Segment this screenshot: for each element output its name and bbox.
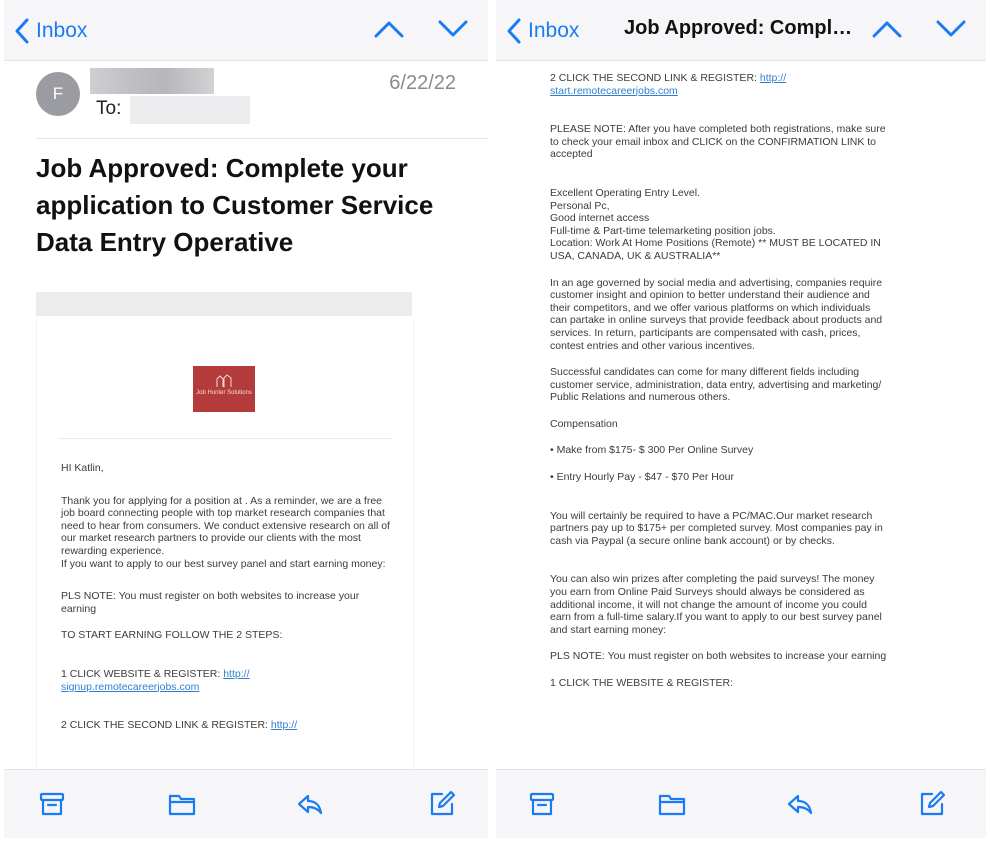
back-label: Inbox	[528, 19, 580, 42]
step-2-label: 2 CLICK THE SECOND LINK & REGISTER:	[61, 719, 268, 732]
requirement-item: Location: Work At Home Positions (Remote…	[550, 237, 881, 262]
body-divider	[59, 438, 391, 439]
sender-avatar[interactable]: F	[36, 72, 80, 116]
nav-title: Job Approved: Complete your application …	[624, 17, 860, 39]
header-divider	[36, 138, 488, 139]
step-1-link[interactable]: http://	[223, 668, 249, 680]
move-folder-button[interactable]	[168, 790, 196, 818]
reply-icon	[297, 794, 323, 815]
intro-paragraph: Thank you for applying for a position at…	[61, 494, 390, 557]
compose-icon	[920, 790, 946, 816]
compensation-item: • Make from $175- $ 300 Per Online Surve…	[550, 444, 754, 457]
step-2: 2 CLICK THE SECOND LINK & REGISTER: http…	[61, 719, 391, 732]
step-1-link-url[interactable]: signup.remotecareerjobs.com	[61, 681, 199, 693]
left-screen: Inbox F To: 6/22/22 Job Approved: Comple…	[4, 0, 488, 838]
compose-button[interactable]	[918, 790, 946, 818]
avatar-initial: F	[52, 84, 64, 103]
chevron-left-icon	[507, 18, 521, 44]
reply-button[interactable]	[296, 790, 324, 818]
building-icon	[216, 374, 232, 387]
step-1-label: 1 CLICK WEBSITE & REGISTER:	[61, 667, 221, 680]
requirement-item: Excellent Operating Entry Level.	[550, 186, 700, 199]
step-2-link-url[interactable]: start.remotecareerjobs.com	[550, 85, 678, 97]
step-1: 1 CLICK WEBSITE & REGISTER: http:// sign…	[61, 668, 391, 693]
step-2: 2 CLICK THE SECOND LINK & REGISTER: http…	[550, 72, 890, 97]
intro-paragraph-2: If you want to apply to our best survey …	[61, 557, 386, 570]
folder-icon	[168, 794, 196, 816]
pls-note: PLS NOTE: You must register on both webs…	[550, 650, 887, 663]
requirement-item: Personal Pc,	[550, 199, 610, 212]
archive-icon	[529, 792, 555, 816]
paragraph-pcmac: You will certainly be required to have a…	[550, 509, 883, 547]
requirement-item: Full-time & Part-time telemarketing posi…	[550, 224, 776, 237]
left-email-body: HI Katlin, Thank you for applying for a …	[61, 462, 391, 746]
archive-button[interactable]	[38, 790, 66, 818]
move-folder-button[interactable]	[658, 790, 686, 818]
step-2-label: 2 CLICK THE SECOND LINK & REGISTER:	[550, 72, 757, 84]
right-screen: Inbox Job Approved: Complete your applic…	[496, 0, 986, 838]
back-button[interactable]: Inbox	[14, 14, 87, 48]
archive-button[interactable]	[528, 790, 556, 818]
chevron-down-icon[interactable]	[936, 18, 966, 40]
back-label: Inbox	[36, 19, 88, 42]
compose-icon	[430, 790, 456, 816]
message-nav	[872, 18, 966, 40]
archive-icon	[39, 792, 65, 816]
message-nav	[374, 18, 468, 40]
compensation-item: • Entry Hourly Pay - $47 - $70 Per Hour	[550, 471, 735, 484]
preheader-redacted	[36, 292, 412, 316]
to-label: To:	[96, 98, 122, 119]
compensation-header: Compensation	[550, 417, 618, 430]
greeting: HI Katlin,	[61, 462, 104, 474]
step-2-link[interactable]: http://	[760, 72, 786, 84]
pls-note: PLS NOTE: You must register on both webs…	[61, 590, 360, 615]
paragraph-prizes: You can also win prizes after completing…	[550, 573, 882, 636]
email-date: 6/22/22	[389, 72, 456, 94]
please-note: PLEASE NOTE: After you have completed bo…	[550, 123, 886, 161]
step-2-link[interactable]: http://	[271, 719, 297, 731]
reply-button[interactable]	[786, 790, 814, 818]
back-button[interactable]: Inbox	[506, 14, 579, 48]
sender-name-redacted[interactable]	[90, 68, 214, 94]
chevron-up-icon[interactable]	[872, 18, 902, 40]
paragraph-age: In an age governed by social media and a…	[550, 276, 883, 352]
nav-bar: Inbox	[4, 0, 488, 61]
email-body-card: Job Hunter Solutions HI Katlin, Thank yo…	[36, 318, 414, 838]
recipient-redacted[interactable]	[130, 96, 250, 124]
reply-icon	[787, 794, 813, 815]
paragraph-candidates: Successful candidates can come for many …	[550, 366, 882, 404]
compose-button[interactable]	[428, 790, 456, 818]
chevron-left-icon	[15, 18, 29, 44]
requirements: Excellent Operating Entry Level. Persona…	[550, 187, 890, 263]
requirement-item: Good internet access	[550, 212, 650, 225]
company-logo: Job Hunter Solutions	[193, 366, 255, 412]
chevron-down-icon[interactable]	[438, 18, 468, 40]
logo-text: Job Hunter Solutions	[196, 390, 252, 396]
chevron-up-icon[interactable]	[374, 18, 404, 40]
step-1-label: 1 CLICK THE WEBSITE & REGISTER:	[550, 677, 734, 689]
nav-bar: Inbox Job Approved: Complete your applic…	[496, 0, 986, 61]
right-email-body: 2 CLICK THE SECOND LINK & REGISTER: http…	[550, 72, 890, 704]
bottom-toolbar	[496, 769, 986, 838]
folder-icon	[658, 794, 686, 816]
email-subject: Job Approved: Complete your application …	[36, 153, 434, 257]
steps-header: TO START EARNING FOLLOW THE 2 STEPS:	[61, 629, 283, 642]
bottom-toolbar	[4, 769, 488, 838]
